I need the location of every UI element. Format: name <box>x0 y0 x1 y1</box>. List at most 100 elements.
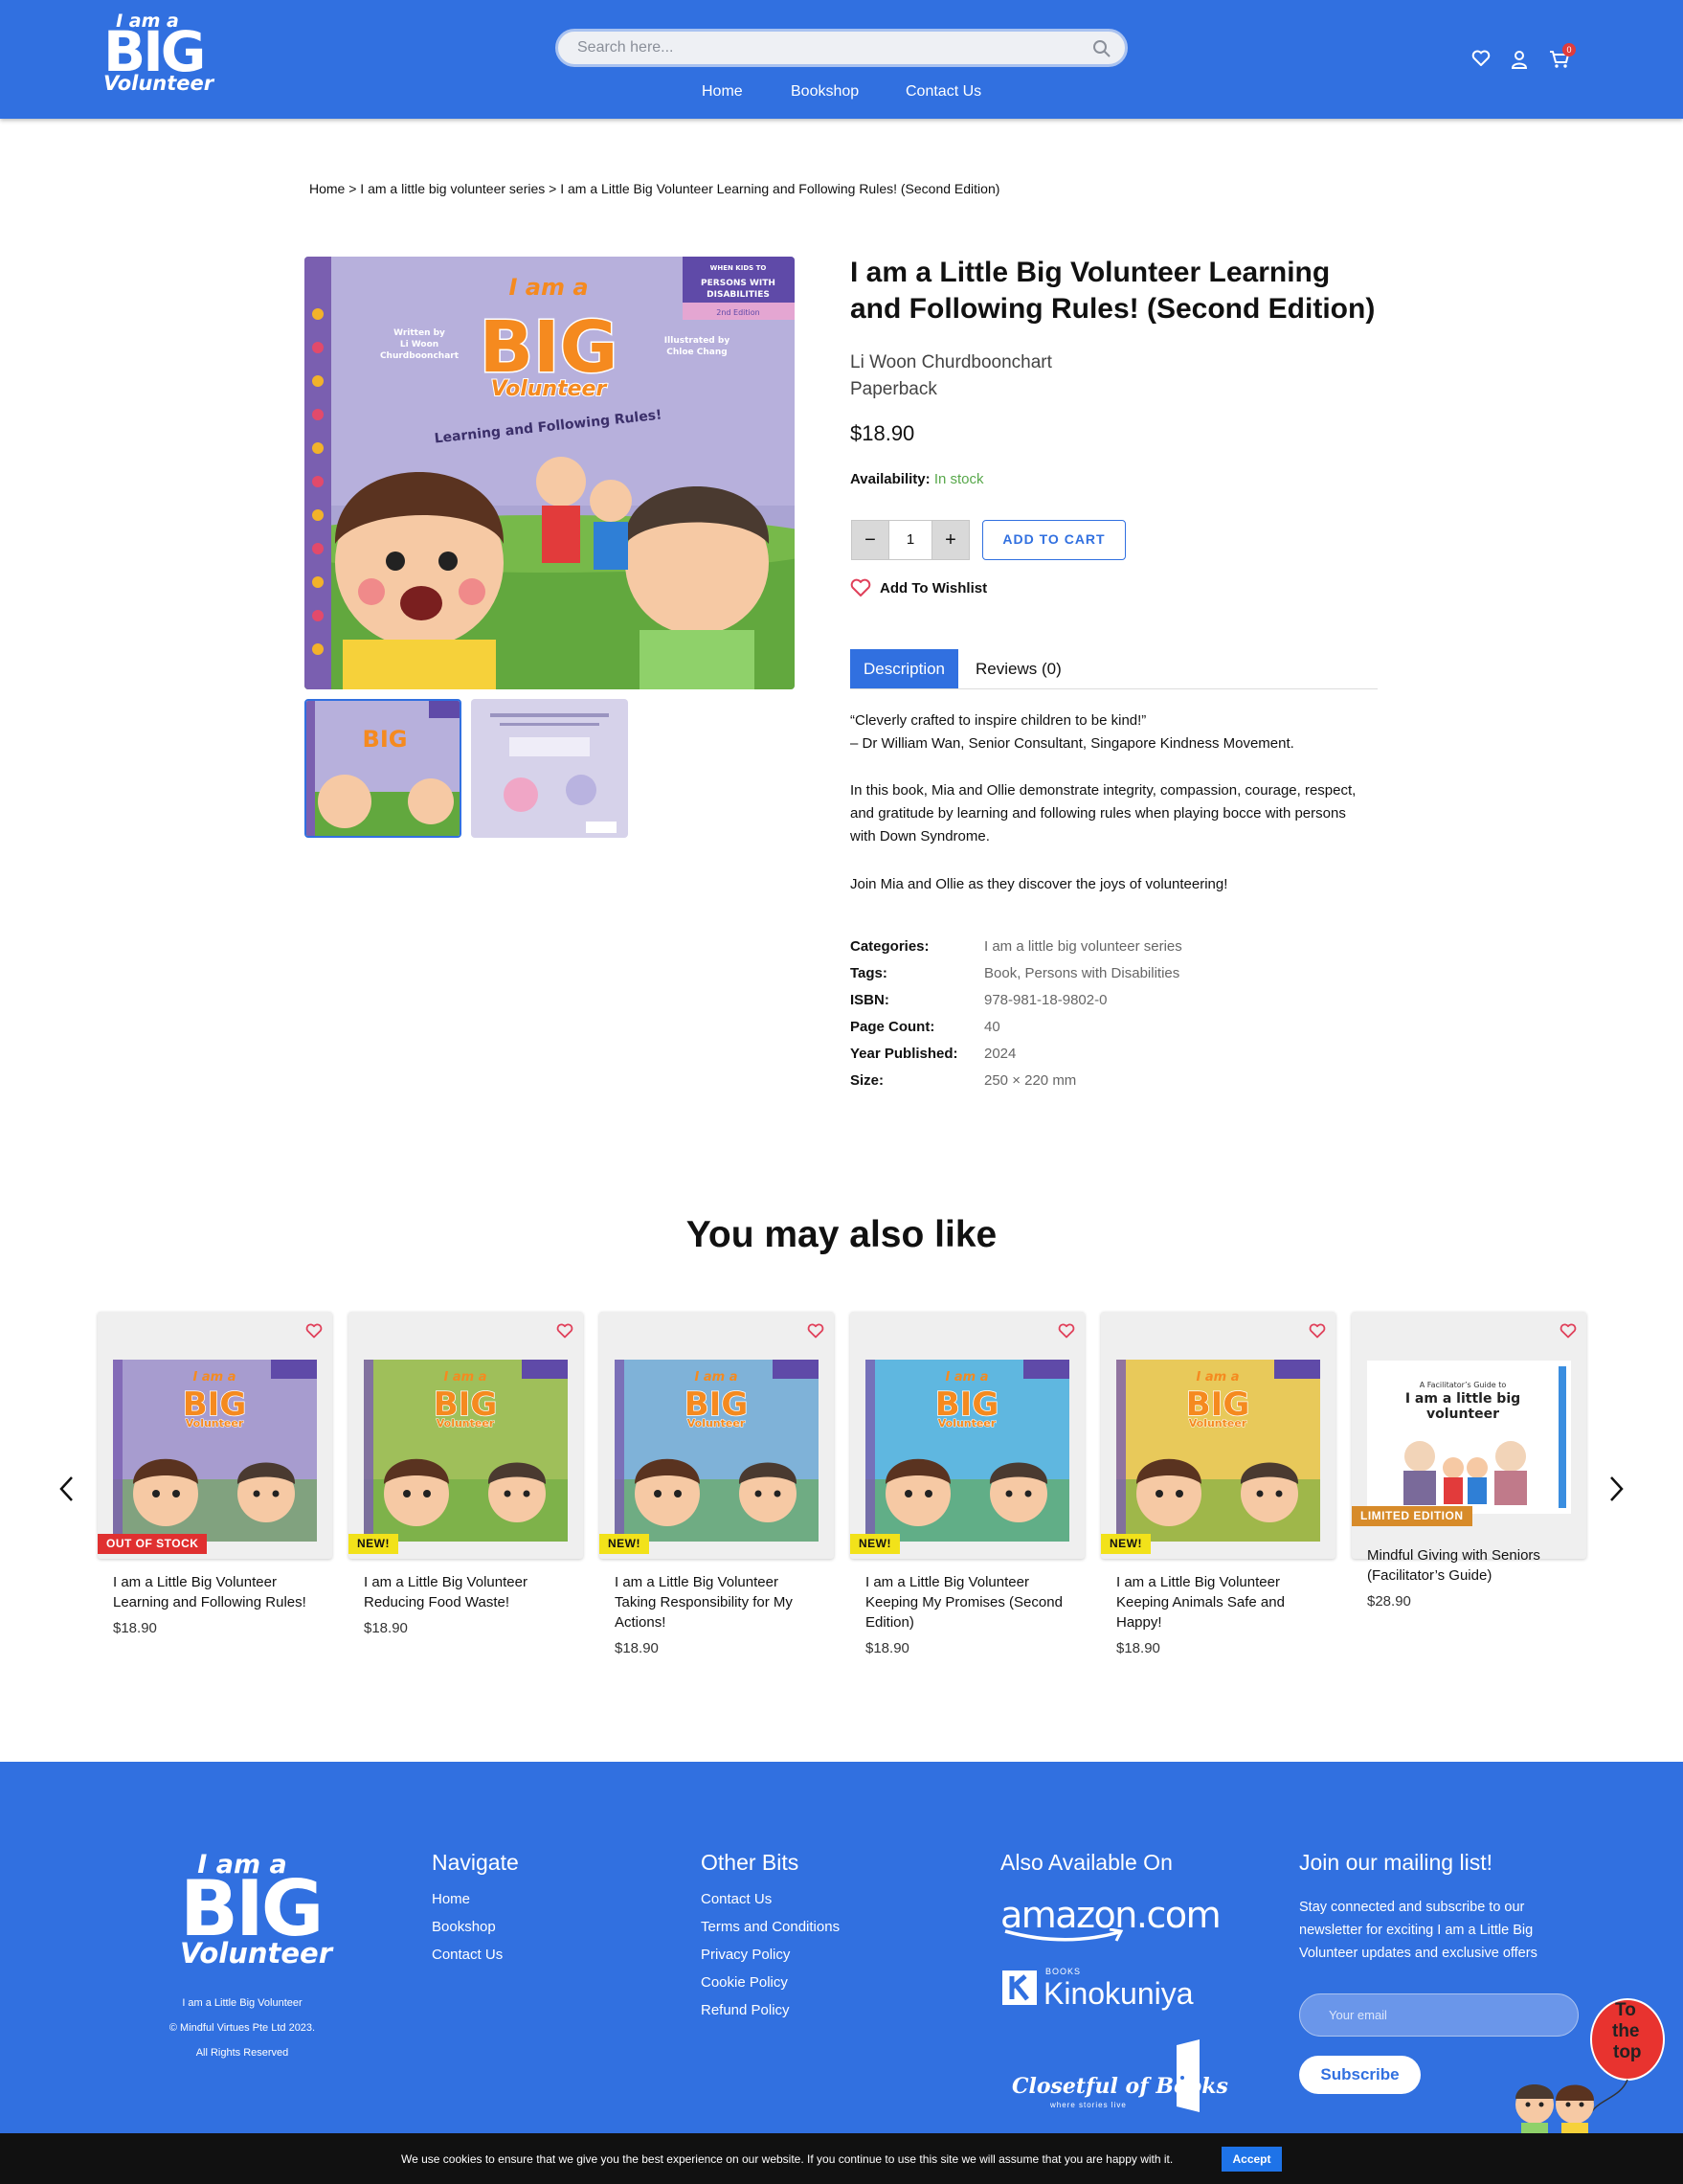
related-product-title[interactable]: I am a Little Big Volunteer <box>1116 1572 1332 1592</box>
meta-categories[interactable]: I am a little big volunteer series <box>984 938 1182 955</box>
search-input[interactable] <box>558 32 1125 64</box>
cookie-accept-button[interactable]: Accept <box>1222 2147 1282 2172</box>
closetful-of-books-logo[interactable]: Closetful of Books where stories live <box>1002 2038 1228 2114</box>
svg-text:A Facilitator’s Guide to: A Facilitator’s Guide to <box>1420 1381 1507 1389</box>
related-product-title[interactable]: Taking Responsibility for My <box>615 1592 830 1612</box>
wishlist-heart-icon[interactable] <box>1560 1323 1577 1343</box>
svg-text:I am a: I am a <box>444 1370 487 1385</box>
related-product-image[interactable]: I am a BIG Volunteer <box>865 1360 1069 1542</box>
footer-logo[interactable]: I am a BIG Volunteer <box>180 1852 332 1967</box>
related-product-title[interactable]: Reducing Food Waste! <box>364 1592 579 1612</box>
related-product-card[interactable]: I am a BIG Volunteer OUT OF STOCK <box>98 1312 332 1559</box>
svg-text:Chloe Chang: Chloe Chang <box>666 348 727 357</box>
related-product-card[interactable]: I am a BIG Volunteer NEW! <box>1101 1312 1335 1559</box>
related-product-card[interactable]: I am a BIG Volunteer NEW! <box>850 1312 1085 1559</box>
wishlist-heart-icon[interactable] <box>556 1323 573 1343</box>
meta-isbn: 978-981-18-9802-0 <box>984 992 1108 1008</box>
meta-key: Categories: <box>850 938 930 955</box>
quantity-increase-button[interactable]: + <box>931 520 970 560</box>
related-product-title[interactable]: (Facilitator’s Guide) <box>1367 1565 1582 1586</box>
related-product-title[interactable]: I am a Little Big Volunteer <box>615 1572 830 1592</box>
related-heading: You may also like <box>685 1214 998 1255</box>
site-logo[interactable]: I am a BIG Volunteer <box>103 11 213 93</box>
footer-link-bookshop[interactable]: Bookshop <box>432 1919 496 1935</box>
amazon-logo[interactable]: amazon.com <box>1000 1894 1222 1942</box>
related-product-title[interactable]: I am a Little Big Volunteer <box>865 1572 1081 1592</box>
svg-text:Written by: Written by <box>393 328 445 338</box>
search-icon[interactable] <box>1092 39 1111 63</box>
footer-link-contact-us[interactable]: Contact Us <box>701 1891 772 1907</box>
cookie-text: We use cookies to ensure that we give yo… <box>401 2152 1174 2166</box>
svg-text:I am a little big: I am a little big <box>1405 1391 1520 1407</box>
product-price: $18.90 <box>850 421 915 445</box>
footer-link-home[interactable]: Home <box>432 1891 470 1907</box>
subscribe-button[interactable]: Subscribe <box>1299 2056 1421 2094</box>
quantity-input[interactable]: 1 <box>889 520 931 560</box>
tab-reviews[interactable]: Reviews (0) <box>976 649 1062 688</box>
related-product-image[interactable]: I am a BIG Volunteer <box>1116 1360 1320 1542</box>
nav-contact-us[interactable]: Contact Us <box>906 83 981 101</box>
svg-text:I am a: I am a <box>508 274 588 301</box>
product-main-image[interactable]: WHEN KIDS TO PERSONS WITH DISABILITIES 2… <box>304 257 795 689</box>
related-product-title[interactable]: I am a Little Big Volunteer <box>364 1572 579 1592</box>
nav-home[interactable]: Home <box>702 83 743 101</box>
related-product-price: $18.90 <box>364 1620 408 1636</box>
footer-link-contact[interactable]: Contact Us <box>432 1947 503 1963</box>
wishlist-heart-icon[interactable] <box>305 1323 323 1343</box>
product-thumb-front[interactable]: BIG <box>304 699 461 838</box>
meta-key: Size: <box>850 1072 885 1089</box>
product-author: Li Woon Churdboonchart <box>850 352 1052 372</box>
footer-copyright: © Mindful Virtues Pte Ltd 2023. <box>168 2022 316 2034</box>
site-footer: I am a BIG Volunteer I am a Little Big V… <box>0 1762 1683 2184</box>
svg-text:Volunteer: Volunteer <box>687 1417 746 1430</box>
wishlist-heart-icon[interactable] <box>807 1323 824 1343</box>
carousel-prev-arrow-icon[interactable] <box>57 1475 77 1508</box>
related-product-title[interactable]: Keeping Animals Safe and <box>1116 1592 1332 1612</box>
nav-bookshop[interactable]: Bookshop <box>791 83 859 101</box>
related-product-card[interactable]: I am a BIG Volunteer NEW! <box>348 1312 583 1559</box>
meta-key: Page Count: <box>850 1019 935 1035</box>
breadcrumb[interactable]: Home > I am a little big volunteer serie… <box>309 181 999 196</box>
kinokuniya-logo[interactable]: BOOKS Kinokuniya <box>1002 1967 1213 2015</box>
tab-description[interactable]: Description <box>850 649 958 688</box>
related-product-title[interactable]: Actions! <box>615 1612 830 1632</box>
related-product-card[interactable]: I am a BIG Volunteer NEW! <box>599 1312 834 1559</box>
footer-link-privacy[interactable]: Privacy Policy <box>701 1947 790 1963</box>
related-product-image[interactable]: I am a BIG Volunteer <box>364 1360 568 1542</box>
related-product-title[interactable]: Keeping My Promises (Second <box>865 1592 1081 1612</box>
quantity-decrease-button[interactable]: − <box>851 520 889 560</box>
product-thumb-back[interactable] <box>471 699 628 838</box>
footer-link-terms[interactable]: Terms and Conditions <box>701 1919 840 1935</box>
meta-key: Tags: <box>850 965 887 981</box>
related-product-title[interactable]: Learning and Following Rules! <box>113 1592 328 1612</box>
footer-link-refund[interactable]: Refund Policy <box>701 2002 790 2018</box>
balloon-kids-icon <box>1515 1998 1665 2135</box>
footer-rights: All Rights Reserved <box>195 2047 289 2059</box>
description-line: and gratitude by learning and following … <box>850 805 1346 822</box>
related-product-image[interactable]: I am a BIG Volunteer <box>113 1360 317 1542</box>
wishlist-heart-icon[interactable] <box>1471 50 1491 72</box>
related-product-card[interactable]: A Facilitator’s Guide to I am a little bi… <box>1352 1312 1586 1559</box>
related-product-image[interactable]: I am a BIG Volunteer <box>615 1360 819 1542</box>
related-product-title[interactable]: Happy! <box>1116 1612 1332 1632</box>
footer-link-cookie[interactable]: Cookie Policy <box>701 1974 788 1991</box>
related-product-title[interactable]: Mindful Giving with Seniors <box>1367 1545 1582 1565</box>
meta-year-published: 2024 <box>984 1046 1017 1062</box>
related-product-title[interactable]: I am a Little Big Volunteer <box>113 1572 328 1592</box>
svg-text:I am a: I am a <box>1197 1370 1240 1385</box>
svg-text:BIG: BIG <box>363 726 408 753</box>
add-to-wishlist-button[interactable]: Add To Wishlist <box>850 578 987 601</box>
wishlist-heart-icon[interactable] <box>1309 1323 1326 1343</box>
add-to-cart-button[interactable]: ADD TO CART <box>982 520 1126 560</box>
meta-tags[interactable]: Book, Persons with Disabilities <box>984 965 1179 981</box>
back-to-top-button[interactable]: To the top <box>1487 1992 1669 2135</box>
related-product-price: $28.90 <box>1367 1593 1411 1610</box>
related-product-title[interactable]: Edition) <box>865 1612 1081 1632</box>
carousel-next-arrow-icon[interactable] <box>1606 1475 1626 1508</box>
description-quote-source: – Dr William Wan, Senior Consultant, Sin… <box>850 735 1294 752</box>
description-line: In this book, Mia and Ollie demonstrate … <box>850 782 1357 799</box>
account-user-icon[interactable] <box>1511 50 1528 74</box>
wishlist-heart-icon[interactable] <box>1058 1323 1075 1343</box>
product-format: Paperback <box>850 379 937 399</box>
to-top-label: To <box>1615 2000 1636 2020</box>
